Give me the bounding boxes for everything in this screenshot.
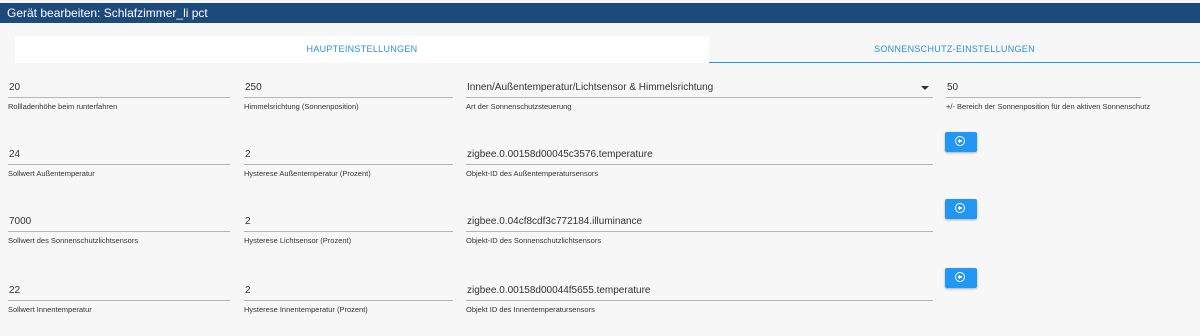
outdoor-temp-sensor-field[interactable]: zigbee.0.00158d00045c3576.temperature Ob… [466, 145, 933, 178]
plus-circle-icon [955, 203, 965, 213]
indoor-temp-hysteresis-label: Hysterese Innentemperatur (Prozent) [244, 305, 368, 314]
select-indoor-sensor-button[interactable] [945, 268, 977, 288]
light-sensor-setpoint-field[interactable]: 7000 Sollwert des Sonnenschutzlichtsenso… [8, 212, 230, 245]
dialog-title: Gerät bearbeiten: Schlafzimmer_li pct [0, 3, 1200, 23]
indoor-temp-sensor-input[interactable]: zigbee.0.00158d00044f5655.temperature [466, 281, 933, 301]
indoor-temp-setpoint-field[interactable]: 22 Sollwert Innentemperatur [8, 281, 230, 314]
shutter-height-input[interactable]: 20 [8, 78, 230, 98]
light-sensor-hysteresis-label: Hysterese Lichtsensor (Prozent) [244, 236, 352, 245]
select-light-sensor-button[interactable] [945, 199, 977, 219]
sunshade-control-type-text: Innen/Außentemperatur/Lichtsensor & Himm… [467, 82, 714, 93]
tab-sunshade-settings[interactable]: SONNENSCHUTZ-EINSTELLUNGEN [709, 36, 1200, 63]
light-sensor-object-input[interactable]: zigbee.0.04cf8cdf3c772184.illuminance [466, 212, 933, 232]
sun-position-range-label: +/- Bereich der Sonnenposition für den a… [946, 102, 1151, 111]
sun-position-range-input[interactable]: 50 [946, 78, 1141, 98]
sunshade-control-type-value[interactable]: Innen/Außentemperatur/Lichtsensor & Himm… [466, 78, 933, 98]
plus-circle-icon [955, 136, 965, 146]
indoor-temp-setpoint-input[interactable]: 22 [8, 281, 230, 301]
indoor-temp-hysteresis-field[interactable]: 2 Hysterese Innentemperatur (Prozent) [244, 281, 453, 314]
sunshade-control-type-select[interactable]: Innen/Außentemperatur/Lichtsensor & Himm… [466, 78, 933, 111]
light-sensor-object-label: Objekt-ID des Sonnenschutzlichtsensors [466, 236, 602, 245]
outdoor-temp-setpoint-field[interactable]: 24 Sollwert Außentemperatur [8, 145, 230, 178]
light-sensor-object-field[interactable]: zigbee.0.04cf8cdf3c772184.illuminance Ob… [466, 212, 933, 245]
outdoor-temp-setpoint-input[interactable]: 24 [8, 145, 230, 165]
select-outdoor-sensor-button[interactable] [945, 132, 977, 152]
shutter-height-label: Rollladenhöhe beim runterfahren [8, 102, 118, 111]
outdoor-temp-setpoint-label: Sollwert Außentemperatur [8, 169, 95, 178]
sun-position-range-field[interactable]: 50 +/- Bereich der Sonnenposition für de… [946, 78, 1151, 111]
outdoor-temp-hysteresis-input[interactable]: 2 [244, 145, 453, 165]
outdoor-temp-sensor-label: Objekt-ID des Außentemperatursensors [466, 169, 599, 178]
indoor-temp-sensor-label: Objekt ID des Innentemperatursensors [466, 305, 595, 314]
indoor-temp-hysteresis-input[interactable]: 2 [244, 281, 453, 301]
compass-direction-label: Himmelsrichtung (Sonnenposition) [244, 102, 359, 111]
light-sensor-setpoint-input[interactable]: 7000 [8, 212, 230, 232]
sunshade-control-type-label: Art der Sonnenschutzsteuerung [466, 102, 572, 111]
dropdown-arrow-icon[interactable] [921, 86, 929, 90]
light-sensor-hysteresis-input[interactable]: 2 [244, 212, 453, 232]
light-sensor-hysteresis-field[interactable]: 2 Hysterese Lichtsensor (Prozent) [244, 212, 453, 245]
shutter-height-field[interactable]: 20 Rollladenhöhe beim runterfahren [8, 78, 230, 111]
outdoor-temp-hysteresis-field[interactable]: 2 Hysterese Außentemperatur (Prozent) [244, 145, 453, 178]
plus-circle-icon [955, 272, 965, 282]
indoor-temp-setpoint-label: Sollwert Innentemperatur [8, 305, 92, 314]
compass-direction-field[interactable]: 250 Himmelsrichtung (Sonnenposition) [244, 78, 453, 111]
tab-main-settings[interactable]: HAUPTEINSTELLUNGEN [15, 36, 709, 63]
light-sensor-setpoint-label: Sollwert des Sonnenschutzlichtsensors [8, 236, 139, 245]
compass-direction-input[interactable]: 250 [244, 78, 453, 98]
indoor-temp-sensor-field[interactable]: zigbee.0.00158d00044f5655.temperature Ob… [466, 281, 933, 314]
outdoor-temp-sensor-input[interactable]: zigbee.0.00158d00045c3576.temperature [466, 145, 933, 165]
outdoor-temp-hysteresis-label: Hysterese Außentemperatur (Prozent) [244, 169, 371, 178]
